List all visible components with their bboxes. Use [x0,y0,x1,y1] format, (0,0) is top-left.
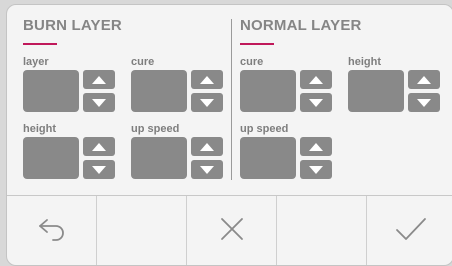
burn-up-speed-value-field[interactable] [131,137,187,179]
triangle-down-icon [309,98,323,107]
empty-action-slot [97,196,187,265]
burn-layer-label: layer [23,56,49,68]
empty-action-slot [277,196,367,265]
bottom-action-bar [7,195,452,265]
normal-layer-title: NORMAL LAYER [240,17,362,34]
section-divider [231,19,232,180]
normal-height-decrement-button[interactable] [408,93,440,112]
burn-height-increment-button[interactable] [83,137,115,156]
burn-cure-decrement-button[interactable] [191,93,223,112]
normal-up-speed-increment-button[interactable] [300,137,332,156]
normal-up-speed-value-field[interactable] [240,137,296,179]
normal-height-increment-button[interactable] [408,70,440,89]
triangle-up-icon [309,75,323,84]
burn-up-speed-label: up speed [131,123,180,135]
normal-height-value-field[interactable] [348,70,404,112]
triangle-up-icon [200,142,214,151]
burn-layer-decrement-button[interactable] [83,93,115,112]
burn-height-value-field[interactable] [23,137,79,179]
triangle-up-icon [92,75,106,84]
triangle-up-icon [417,75,431,84]
normal-layer-title-underline [240,43,274,45]
burn-cure-label: cure [131,56,155,68]
cancel-button[interactable] [187,196,277,265]
burn-layer-increment-button[interactable] [83,70,115,89]
triangle-down-icon [200,98,214,107]
burn-up-speed-decrement-button[interactable] [191,160,223,179]
burn-height-label: height [23,123,56,135]
burn-layer-title: BURN LAYER [23,17,122,34]
triangle-down-icon [309,165,323,174]
triangle-up-icon [309,142,323,151]
triangle-up-icon [200,75,214,84]
burn-height-decrement-button[interactable] [83,160,115,179]
undo-arrow-icon [38,219,64,241]
normal-cure-label: cure [240,56,264,68]
layer-settings-panel: BURN LAYER layer cure height up speed NO… [6,4,452,266]
normal-up-speed-decrement-button[interactable] [300,160,332,179]
triangle-down-icon [417,98,431,107]
confirm-button[interactable] [367,196,452,265]
close-icon [220,218,243,240]
burn-up-speed-increment-button[interactable] [191,137,223,156]
triangle-down-icon [92,98,106,107]
triangle-down-icon [92,165,106,174]
triangle-up-icon [92,142,106,151]
back-button[interactable] [7,196,97,265]
normal-height-label: height [348,56,381,68]
normal-cure-value-field[interactable] [240,70,296,112]
burn-cure-increment-button[interactable] [191,70,223,89]
triangle-down-icon [200,165,214,174]
burn-layer-title-underline [23,43,57,45]
normal-cure-decrement-button[interactable] [300,93,332,112]
normal-up-speed-label: up speed [240,123,289,135]
burn-cure-value-field[interactable] [131,70,187,112]
checkmark-icon [396,218,426,240]
burn-layer-value-field[interactable] [23,70,79,112]
normal-cure-increment-button[interactable] [300,70,332,89]
